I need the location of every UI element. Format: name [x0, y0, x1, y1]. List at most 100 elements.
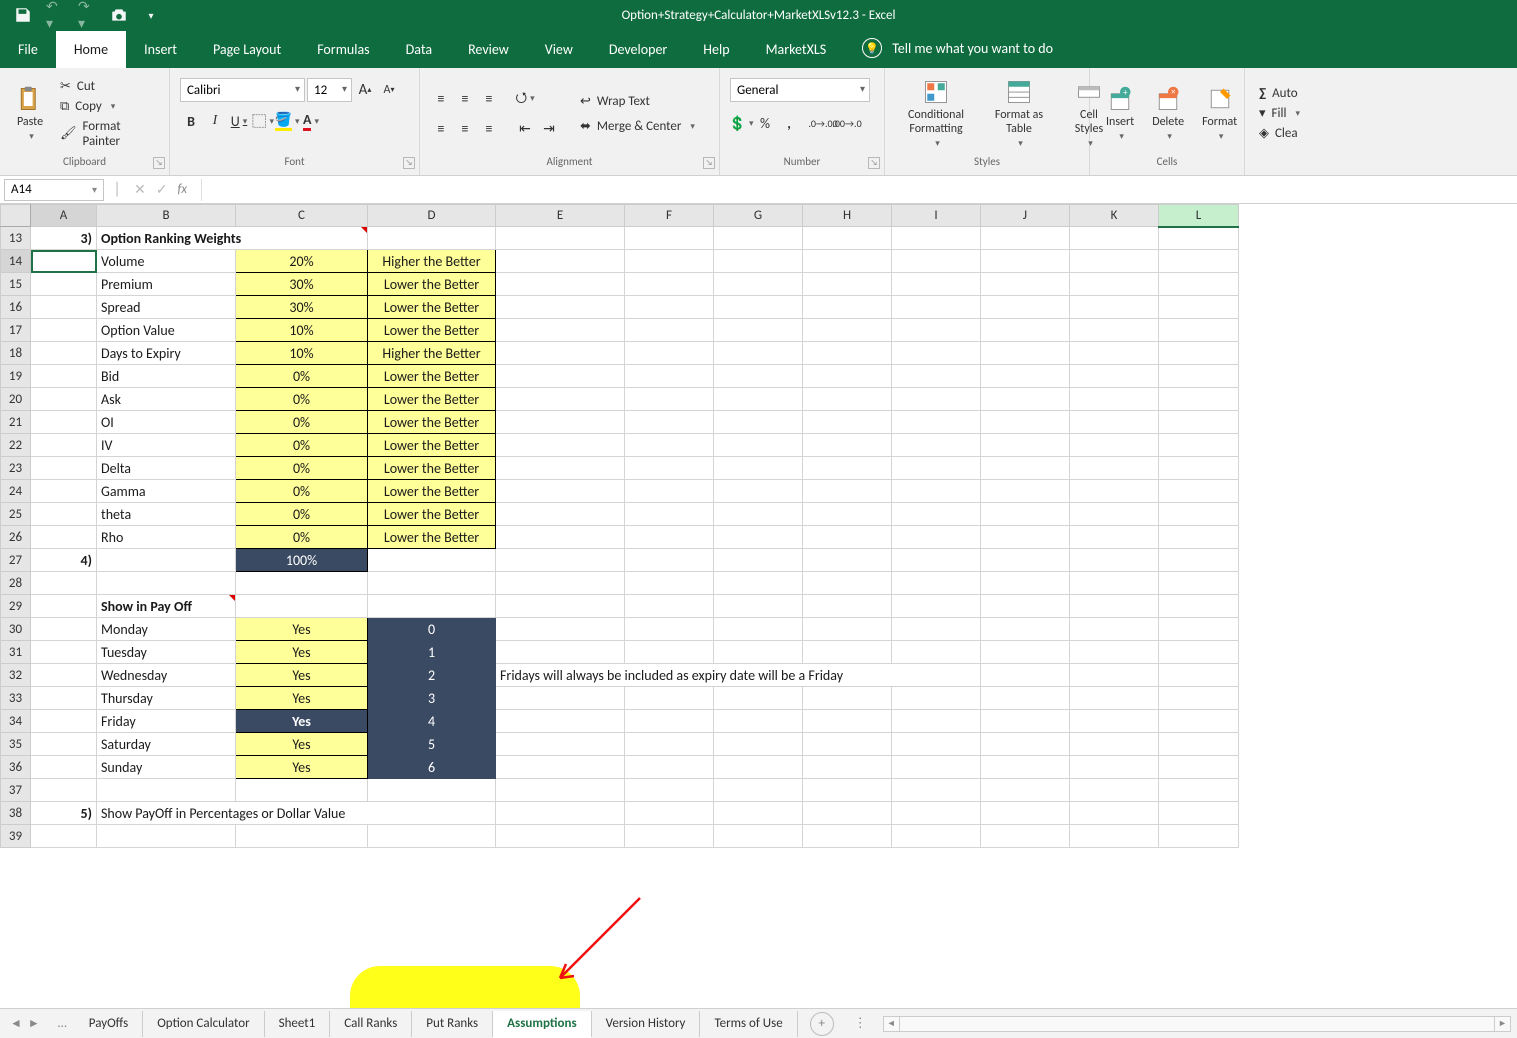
cell[interactable] [892, 687, 981, 710]
cell[interactable]: Spread [97, 296, 236, 319]
cell[interactable] [625, 273, 714, 296]
cell[interactable] [31, 595, 97, 618]
cell[interactable] [714, 457, 803, 480]
clipboard-launcher-icon[interactable]: ↘ [153, 157, 165, 169]
cell[interactable] [1159, 779, 1239, 802]
cell[interactable] [1070, 549, 1159, 572]
cell[interactable]: Lower the Better [368, 365, 496, 388]
cell[interactable] [803, 388, 892, 411]
cell[interactable] [714, 273, 803, 296]
cell[interactable] [1159, 342, 1239, 365]
cell[interactable]: Delta [97, 457, 236, 480]
cell[interactable] [714, 434, 803, 457]
cell[interactable] [625, 503, 714, 526]
cell[interactable] [714, 641, 803, 664]
cell[interactable] [1159, 457, 1239, 480]
cell[interactable] [714, 779, 803, 802]
conditional-formatting-button[interactable]: Conditional Formatting [895, 76, 977, 151]
cell[interactable] [1159, 664, 1239, 687]
cell[interactable] [496, 756, 625, 779]
cell[interactable] [981, 595, 1070, 618]
cell[interactable] [981, 687, 1070, 710]
cell[interactable] [981, 388, 1070, 411]
cell[interactable] [1070, 687, 1159, 710]
col-header-H[interactable]: H [803, 205, 892, 227]
cell[interactable] [1070, 779, 1159, 802]
cell[interactable] [803, 733, 892, 756]
cell[interactable] [803, 710, 892, 733]
cell[interactable] [496, 687, 625, 710]
cell[interactable]: 4 [368, 710, 496, 733]
sheet-tab-sheet1[interactable]: Sheet1 [265, 1011, 331, 1037]
cell[interactable] [1070, 664, 1159, 687]
col-header-K[interactable]: K [1070, 205, 1159, 227]
cell[interactable] [981, 756, 1070, 779]
cell[interactable]: Volume [97, 250, 236, 273]
cell[interactable] [803, 480, 892, 503]
fx-icon[interactable]: fx [177, 182, 187, 197]
cell[interactable] [892, 250, 981, 273]
cell[interactable] [1070, 342, 1159, 365]
cell[interactable] [981, 779, 1070, 802]
cell[interactable]: 2 [368, 664, 496, 687]
cell[interactable] [1070, 319, 1159, 342]
row-header[interactable]: 27 [1, 549, 31, 572]
cell[interactable] [981, 664, 1070, 687]
cell[interactable] [496, 526, 625, 549]
cell[interactable] [714, 710, 803, 733]
row-header[interactable]: 24 [1, 480, 31, 503]
cell[interactable]: 0% [236, 365, 368, 388]
cell[interactable]: Yes [236, 733, 368, 756]
cell[interactable] [1159, 641, 1239, 664]
cell[interactable] [625, 365, 714, 388]
cell[interactable] [1159, 618, 1239, 641]
cell[interactable]: Gamma [97, 480, 236, 503]
cell[interactable] [1070, 296, 1159, 319]
row-header[interactable]: 14 [1, 250, 31, 273]
row-header[interactable]: 16 [1, 296, 31, 319]
cell[interactable] [31, 319, 97, 342]
cell[interactable] [714, 802, 803, 825]
cell[interactable] [1159, 549, 1239, 572]
row-header[interactable]: 25 [1, 503, 31, 526]
font-size-select[interactable] [307, 78, 352, 102]
cell[interactable] [1159, 273, 1239, 296]
cell[interactable]: 0% [236, 480, 368, 503]
alignment-launcher-icon[interactable]: ↘ [703, 157, 715, 169]
cell[interactable] [31, 526, 97, 549]
cell[interactable] [892, 503, 981, 526]
cell[interactable] [892, 411, 981, 434]
cell[interactable] [31, 480, 97, 503]
cell[interactable] [97, 779, 236, 802]
row-header[interactable]: 39 [1, 825, 31, 848]
cell[interactable] [625, 710, 714, 733]
cell[interactable]: Higher the Better [368, 250, 496, 273]
cell[interactable] [625, 641, 714, 664]
row-header[interactable]: 23 [1, 457, 31, 480]
cell[interactable] [1159, 733, 1239, 756]
row-header[interactable]: 37 [1, 779, 31, 802]
cancel-formula-icon[interactable]: ✕ [134, 181, 146, 198]
cell[interactable] [625, 250, 714, 273]
cell[interactable]: 0 [368, 618, 496, 641]
cell[interactable]: 0% [236, 457, 368, 480]
cell[interactable] [496, 296, 625, 319]
cell[interactable] [496, 618, 625, 641]
cell[interactable] [1159, 296, 1239, 319]
cell[interactable] [892, 549, 981, 572]
cell[interactable] [496, 434, 625, 457]
cell[interactable] [496, 457, 625, 480]
row-header[interactable]: 17 [1, 319, 31, 342]
cell[interactable] [496, 595, 625, 618]
cell[interactable] [496, 250, 625, 273]
cell[interactable] [1159, 250, 1239, 273]
cell[interactable] [981, 641, 1070, 664]
cell[interactable]: Saturday [97, 733, 236, 756]
cell[interactable] [714, 480, 803, 503]
cell[interactable] [368, 227, 496, 250]
cell[interactable] [714, 618, 803, 641]
cell[interactable] [31, 296, 97, 319]
sheet-tab-call-ranks[interactable]: Call Ranks [330, 1011, 412, 1037]
cell[interactable]: Lower the Better [368, 457, 496, 480]
cell[interactable] [714, 250, 803, 273]
